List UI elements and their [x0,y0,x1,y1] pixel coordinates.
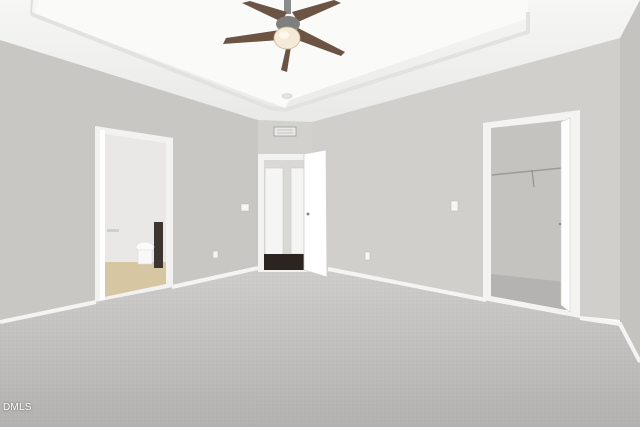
towel-bar [107,229,119,232]
bedroom-photo: DMLS [0,0,640,427]
outlet-left [212,250,219,259]
watermark-text: DMLS [3,402,32,413]
recessed-light [281,93,293,99]
bathroom-vanity [154,222,163,268]
hallway-door-1 [264,167,284,258]
hvac-vent [273,126,297,137]
hallway-door-2 [290,167,305,255]
closet-door-edge [560,117,571,313]
bathroom-doorway [95,126,173,302]
tray-edge [30,0,33,15]
bathroom-door-edge [100,130,105,300]
bedroom-scene [0,0,640,427]
light-switch-right [450,200,459,212]
light-switch-left [240,203,250,212]
hallway-dark-floor [264,254,304,270]
hallway-doorway [258,149,328,278]
closet-door-knob [558,222,562,226]
door-knob [306,212,310,216]
closet-doorway [483,110,580,318]
far-right-wall [620,0,640,360]
outlet-center [364,251,371,261]
toilet-base [137,249,153,265]
